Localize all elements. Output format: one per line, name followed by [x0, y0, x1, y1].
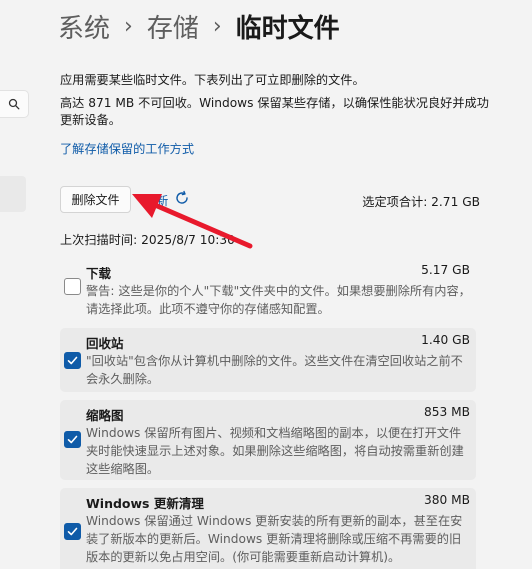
list-item-downloads: 下载 5.17 GB 警告: 这些是你的个人"下载"文件夹中的文件。如果想要删除… [60, 258, 476, 318]
list-item-windows-update-cleanup: Windows 更新清理 380 MB Windows 保留通过 Windows… [60, 488, 476, 569]
item-size: 853 MB [423, 405, 470, 419]
item-name: 缩略图 [86, 408, 124, 423]
item-description: Windows 保留所有图片、视频和文档缩略图的副本，以便在打开文件夹时能快速显… [86, 426, 464, 476]
breadcrumb: 系统 › 存储 › 临时文件 [58, 8, 340, 45]
refresh-icon [174, 190, 190, 209]
checkmark-icon [67, 527, 78, 536]
item-name: 下载 [86, 266, 112, 281]
item-size: 380 MB [423, 493, 470, 507]
item-name: Windows 更新清理 [86, 496, 204, 511]
item-name: 回收站 [86, 336, 124, 351]
sidebar-edge [0, 0, 36, 569]
item-description: 警告: 这些是你的个人"下载"文件夹中的文件。如果想要删除所有内容，请选择此项。… [86, 284, 471, 316]
page-title: 临时文件 [235, 14, 340, 44]
item-description: "回收站"包含你从计算机中删除的文件。这些文件在清空回收站之前不会永久删除。 [86, 354, 463, 386]
item-size: 1.40 GB [421, 333, 470, 347]
list-item-recycle-bin: 回收站 1.40 GB "回收站"包含你从计算机中删除的文件。这些文件在清空回收… [60, 328, 476, 392]
breadcrumb-system[interactable]: 系统 [58, 8, 110, 45]
checkbox-downloads[interactable] [64, 278, 81, 295]
checkmark-icon [67, 356, 78, 365]
search-icon [8, 95, 20, 114]
delete-files-button[interactable]: 删除文件 [60, 186, 131, 213]
description-text: 应用需要某些临时文件。下表列出了可立即删除的文件。 [60, 73, 365, 87]
learn-more-link[interactable]: 了解存储保留的工作方式 [60, 139, 194, 157]
checkbox-windows-update-cleanup[interactable] [64, 523, 81, 540]
breadcrumb-separator: › [212, 14, 222, 39]
refresh-label: 刷新 [144, 193, 169, 208]
checkbox-recycle-bin[interactable] [64, 352, 81, 369]
selected-total: 选定项合计: 2.71 GB [362, 195, 480, 209]
refresh-button[interactable]: 刷新 [144, 190, 190, 209]
reserved-storage-text: 高达 871 MB 不可回收。Windows 保留某些存储，以确保性能状况良好并… [60, 96, 489, 127]
breadcrumb-separator: › [124, 14, 133, 39]
list-item-thumbnails: 缩略图 853 MB Windows 保留所有图片、视频和文档缩略图的副本，以便… [60, 400, 476, 480]
last-scan-time: 上次扫描时间: 2025/8/7 10:30 [60, 233, 235, 247]
checkmark-icon [67, 435, 78, 444]
breadcrumb-storage[interactable]: 存储 [147, 8, 199, 45]
sidebar-search-box[interactable] [0, 90, 29, 118]
item-size: 5.17 GB [421, 263, 470, 277]
checkbox-thumbnails[interactable] [64, 431, 81, 448]
sidebar-selected-item[interactable] [0, 176, 26, 212]
item-description: Windows 保留通过 Windows 更新安装的所有更新的副本，甚至在安装了… [86, 514, 463, 564]
